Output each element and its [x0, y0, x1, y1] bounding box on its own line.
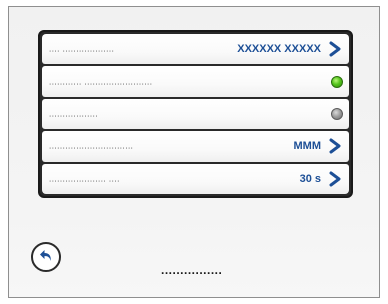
back-arrow-icon — [40, 250, 51, 261]
menu-row-2-label: ............ ......................... — [49, 77, 153, 87]
back-button[interactable] — [31, 242, 61, 272]
footer-text: ................ — [161, 263, 223, 277]
menu-row-5-value: 30 s — [299, 172, 321, 185]
gray-led-icon — [331, 107, 343, 120]
green-led-icon — [331, 75, 343, 88]
menu-row-5-right: 30 s — [300, 171, 343, 187]
menu-row-4-label: ............................... — [49, 141, 134, 151]
menu-row-3-right — [331, 107, 343, 120]
chevron-right-icon — [329, 41, 341, 57]
menu-row-1[interactable]: .... ................... XXXXXX XXXXX — [42, 34, 349, 65]
chevron-right-icon — [329, 171, 341, 187]
settings-menu: .... ................... XXXXXX XXXXX ..… — [38, 30, 353, 198]
chevron-right-icon — [329, 138, 341, 154]
menu-row-4-right: MMM — [294, 138, 344, 154]
menu-row-4[interactable]: ............................... MMM — [42, 131, 349, 162]
menu-row-4-value: MMM — [293, 140, 322, 153]
menu-row-5-label: ..................... .... — [49, 174, 120, 184]
menu-row-2-right — [331, 75, 343, 88]
menu-row-5[interactable]: ..................... .... 30 s — [42, 163, 349, 194]
menu-row-1-value: XXXXXX XXXXX — [237, 43, 321, 56]
menu-row-1-label: .... ................... — [49, 44, 115, 54]
menu-row-1-right: XXXXXX XXXXX — [237, 41, 343, 57]
menu-row-3[interactable]: .................. — [42, 98, 349, 130]
menu-row-2[interactable]: ............ ......................... — [42, 66, 349, 97]
menu-row-3-label: .................. — [49, 109, 99, 119]
